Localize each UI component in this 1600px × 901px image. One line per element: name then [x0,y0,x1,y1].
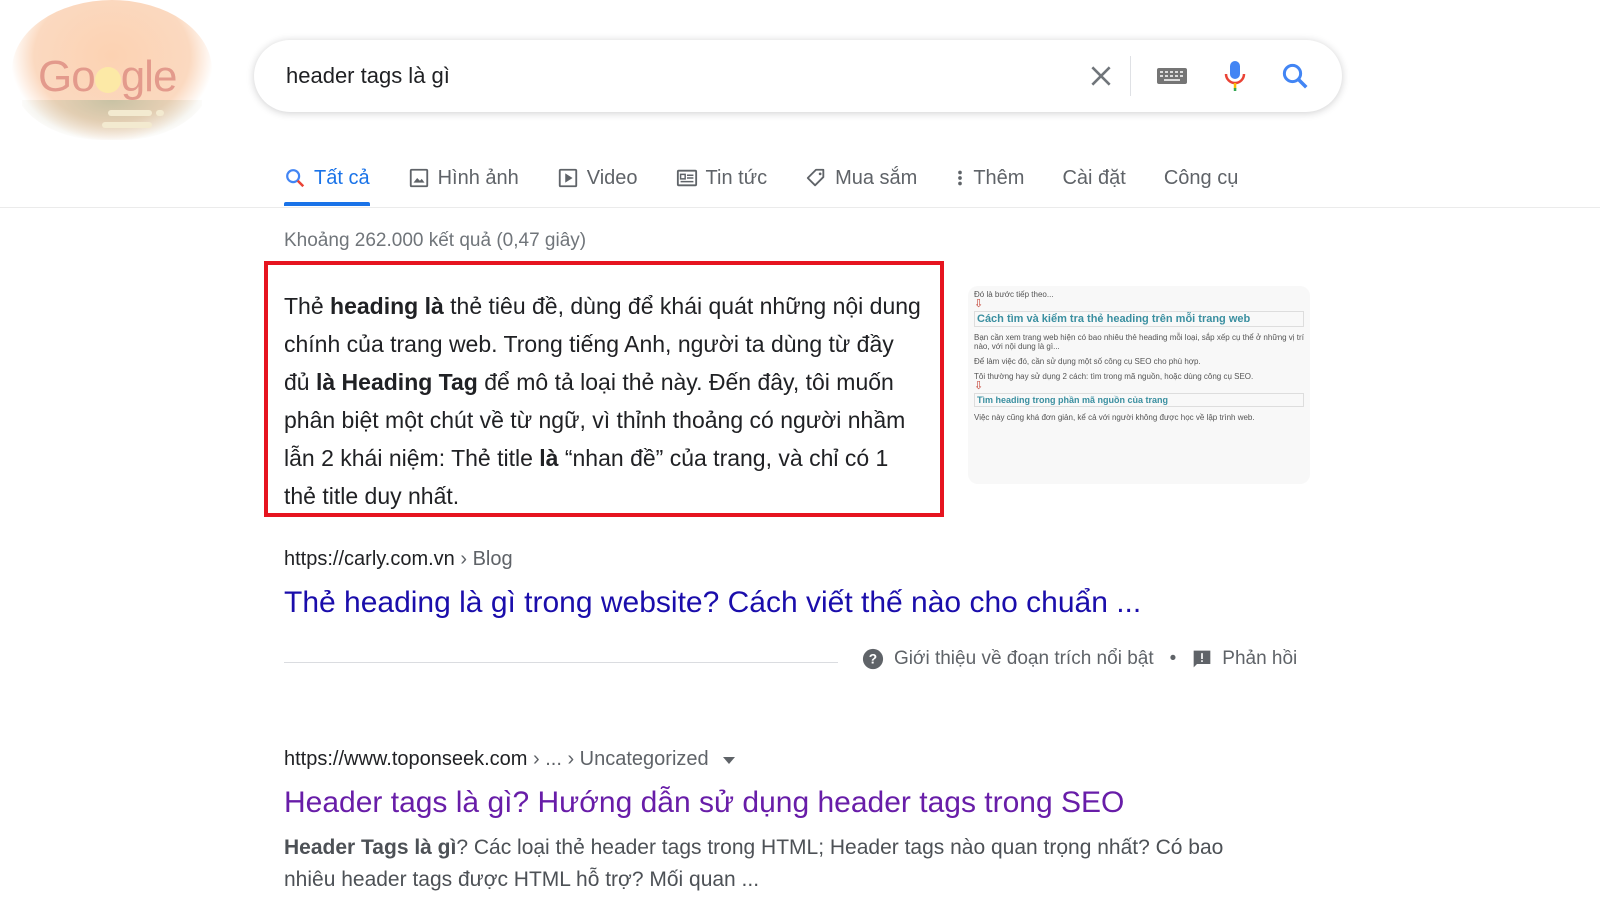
tab-images[interactable]: Hình ảnh [408,150,519,206]
image-icon [409,168,428,188]
google-doodle-logo[interactable]: Go gle [12,0,212,140]
result-url[interactable]: https://www.toponseek.com › ... › Uncate… [284,748,736,771]
url-breadcrumb: › Blog [454,548,513,570]
url-domain: https://carly.com.vn [284,548,455,570]
search-icon [1282,63,1308,89]
tab-label: Thêm [973,166,1025,189]
feedback-link[interactable]: Phản hồi [1222,648,1297,670]
tab-more[interactable]: Thêm [955,150,1024,206]
tab-label: Video [586,166,638,189]
microphone-icon [1224,61,1246,91]
close-icon [1091,66,1111,86]
search-box [254,40,1342,112]
arrow-icon: ⇩ [974,298,984,310]
tabs-divider [0,207,1600,208]
thumb-heading: Cách tìm và kiểm tra thẻ heading trên mỗ… [974,311,1304,327]
keyboard-button[interactable] [1146,40,1198,112]
thumb-text: Để làm việc đó, cần sử dụng một số công … [974,357,1201,366]
voice-search-button[interactable] [1210,40,1260,112]
search-tabs: Tất cả Hình ảnh Video Tin tức Mua sắm Th… [284,150,1276,206]
url-breadcrumb: › ... › Uncategorized [527,748,709,770]
snippet-bold: là [539,445,559,471]
snippet-bold: là Heading Tag [315,369,478,395]
search-input[interactable] [286,63,1066,89]
tab-label: Hình ảnh [437,166,519,189]
clear-button[interactable] [1076,40,1126,112]
snippet-bold: heading là [330,293,444,319]
tab-settings[interactable]: Cài đặt [1062,150,1125,206]
tab-label: Cài đặt [1062,166,1126,189]
more-vert-icon [958,170,963,186]
thumb-text: Việc này cũng khá đơn giản, kể cả với ng… [974,413,1255,422]
thumb-text: Đó là bước tiếp theo... [974,290,1054,299]
keyboard-icon [1157,68,1187,84]
result-url[interactable]: https://carly.com.vn › Blog [284,548,513,571]
thumb-text: Tôi thường hay sử dụng 2 cách: tìm trong… [974,372,1254,381]
about-snippet-link[interactable]: Giới thiệu về đoạn trích nổi bật [894,648,1154,670]
snippet-footer: ? Giới thiệu về đoạn trích nổi bật • Phả… [862,648,1297,670]
tab-label: Công cụ [1163,166,1239,189]
result-title-link[interactable]: Thẻ heading là gì trong website? Cách vi… [284,586,1141,620]
play-icon [558,168,577,188]
featured-snippet-text: Thẻ heading là thẻ tiêu đề, dùng để khái… [264,261,944,517]
result-title-link[interactable]: Header tags là gì? Hướng dẫn sử dụng hea… [284,786,1124,820]
url-domain: https://www.toponseek.com [284,748,528,770]
arrow-icon: ⇩ [974,380,984,392]
thumb-heading: Tìm heading trong phần mã nguồn của tran… [974,393,1304,407]
tab-tools[interactable]: Công cụ [1164,150,1239,206]
tab-all[interactable]: Tất cả [284,150,370,206]
search-icon [286,169,305,188]
tab-label: Tin tức [705,166,768,189]
tab-shopping[interactable]: Mua sắm [805,150,917,206]
result-description: Header Tags là gì? Các loại thẻ header t… [284,832,1264,896]
svg-text:?: ? [869,652,877,667]
tab-news[interactable]: Tin tức [676,150,768,206]
tab-label: Mua sắm [835,166,918,189]
snippet-divider [284,662,838,663]
tab-video[interactable]: Video [557,150,638,206]
tab-label: Tất cả [314,166,370,189]
search-button[interactable] [1270,40,1320,112]
desc-bold: Header Tags là gì [284,836,457,859]
tag-icon [806,168,825,187]
feedback-icon [1193,650,1211,668]
caret-down-icon[interactable] [722,755,736,765]
news-icon [676,169,697,187]
result-stats: Khoảng 262.000 kết quả (0,47 giây) [284,230,587,251]
snippet-text: Thẻ [284,293,331,319]
thumb-text: Bạn cần xem trang web hiện có bao nhiêu … [974,333,1304,351]
help-icon: ? [862,648,884,670]
separator: • [1169,648,1177,669]
featured-snippet-image[interactable]: Đó là bước tiếp theo... ⇩ Cách tìm và ki… [968,286,1310,484]
